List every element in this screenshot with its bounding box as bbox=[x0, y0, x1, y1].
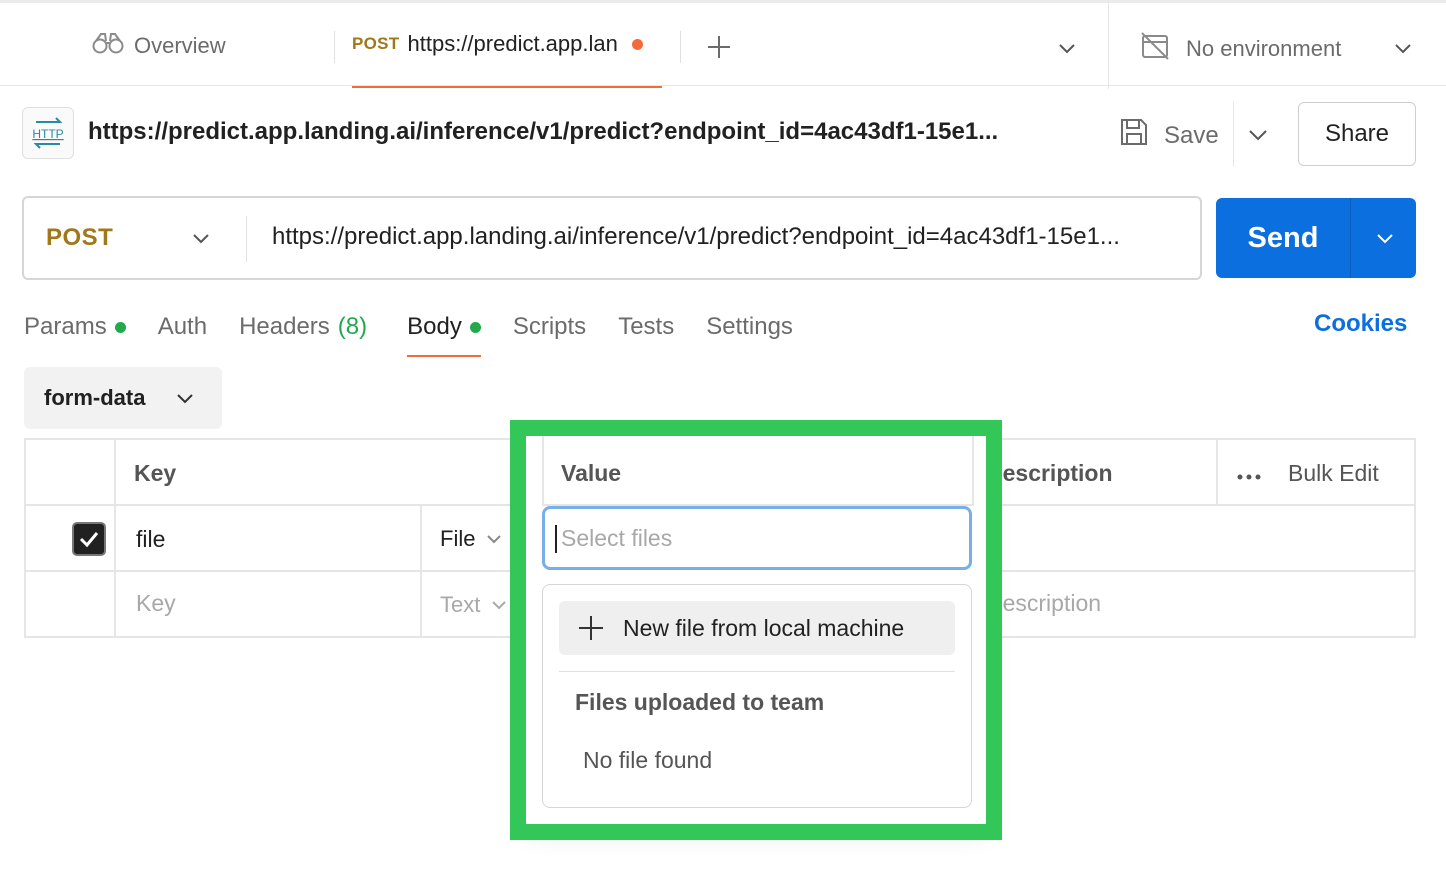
no-environment-icon bbox=[1140, 31, 1170, 67]
plus-icon bbox=[708, 36, 730, 58]
send-button[interactable]: Send bbox=[1216, 198, 1350, 278]
checkmark-icon bbox=[79, 532, 99, 548]
tab-headers-label: Headers bbox=[239, 313, 330, 340]
tab-settings-label: Settings bbox=[706, 313, 793, 340]
active-subtab-underline bbox=[407, 355, 481, 357]
tab-body[interactable]: Body bbox=[407, 310, 481, 357]
tab-divider bbox=[334, 31, 335, 63]
request-title[interactable]: https://predict.app.landing.ai/inference… bbox=[88, 118, 1088, 146]
new-param-key[interactable]: Key bbox=[136, 590, 176, 617]
body-type-select[interactable]: form-data bbox=[24, 367, 222, 429]
tab-auth-label: Auth bbox=[157, 313, 208, 340]
tab-scripts[interactable]: Scripts bbox=[513, 310, 586, 344]
tab-settings[interactable]: Settings bbox=[706, 310, 793, 344]
chevron-down-icon bbox=[487, 535, 502, 544]
send-options-button[interactable] bbox=[1373, 226, 1397, 250]
params-status-dot bbox=[114, 321, 126, 333]
more-options-icon bbox=[1236, 460, 1262, 487]
tab-headers[interactable]: Headers (8) bbox=[239, 310, 367, 344]
param-key[interactable]: file bbox=[136, 526, 165, 553]
cookies-link[interactable]: Cookies bbox=[1314, 310, 1407, 338]
param-type-select[interactable]: File bbox=[440, 526, 503, 552]
environment-label: No environment bbox=[1186, 36, 1342, 61]
method-select[interactable]: POST bbox=[24, 198, 246, 278]
chevron-down-icon bbox=[1249, 130, 1267, 141]
tab-method-label: POST bbox=[352, 34, 400, 53]
table-divider bbox=[1216, 440, 1218, 506]
chevron-down-icon bbox=[1395, 44, 1411, 54]
tab-scripts-label: Scripts bbox=[512, 313, 587, 340]
svg-text:HTTP: HTTP bbox=[32, 127, 63, 141]
url-input[interactable]: https://predict.app.landing.ai/inference… bbox=[272, 223, 1188, 251]
key-column-header: Key bbox=[134, 460, 177, 486]
method-label: POST bbox=[46, 224, 114, 251]
chevron-down-icon bbox=[1059, 44, 1075, 54]
request-subtabs: Params Auth Headers (8) Body Scripts Tes… bbox=[24, 310, 825, 358]
save-button[interactable]: Save bbox=[1118, 116, 1219, 155]
send-button-group: Send bbox=[1216, 198, 1416, 278]
highlight-box bbox=[510, 420, 1002, 840]
tab-tests[interactable]: Tests bbox=[618, 310, 674, 344]
tab-body-label: Body bbox=[407, 313, 462, 340]
chevron-down-icon bbox=[177, 394, 193, 404]
url-bar: POST https://predict.app.landing.ai/infe… bbox=[22, 196, 1202, 280]
save-icon bbox=[1118, 116, 1150, 155]
bulk-edit-label: Bulk Edit bbox=[1288, 460, 1379, 486]
param-type-label: File bbox=[440, 526, 476, 551]
tab-divider bbox=[680, 31, 681, 63]
bulk-edit-button[interactable]: Bulk Edit bbox=[1236, 460, 1379, 487]
table-divider bbox=[420, 506, 422, 636]
row-enabled-checkbox[interactable] bbox=[72, 522, 106, 556]
chevron-down-icon bbox=[193, 234, 209, 244]
tabs-menu-button[interactable] bbox=[1056, 37, 1078, 59]
new-param-description[interactable]: Description bbox=[986, 590, 1101, 617]
environment-divider bbox=[1108, 3, 1109, 89]
save-options-button[interactable] bbox=[1246, 122, 1270, 146]
headers-count: (8) bbox=[337, 313, 368, 340]
param-type-label: Text bbox=[440, 592, 481, 617]
tab-bar: Overview POST https://predict.app.lan No… bbox=[0, 0, 1446, 89]
save-divider bbox=[1233, 102, 1234, 166]
url-divider bbox=[246, 216, 247, 262]
unsaved-dot-icon bbox=[631, 38, 643, 50]
tab-auth[interactable]: Auth bbox=[158, 310, 207, 344]
body-type-label: form-data bbox=[44, 385, 146, 410]
active-tab-underline bbox=[352, 86, 662, 88]
environment-selector[interactable]: No environment bbox=[1140, 31, 1341, 67]
tab-overview-label: Overview bbox=[134, 33, 226, 58]
tab-active-request[interactable]: POST https://predict.app.lan bbox=[352, 31, 662, 88]
chevron-down-icon bbox=[492, 601, 507, 610]
new-tab-button[interactable] bbox=[705, 33, 733, 61]
environment-dropdown-button[interactable] bbox=[1392, 37, 1414, 59]
http-request-icon: HTTP bbox=[22, 107, 74, 159]
save-label: Save bbox=[1164, 121, 1219, 149]
tab-overview[interactable]: Overview bbox=[92, 31, 226, 61]
send-divider bbox=[1350, 198, 1351, 278]
tab-tests-label: Tests bbox=[618, 313, 675, 340]
table-divider bbox=[114, 440, 116, 636]
description-column-header: Description bbox=[986, 460, 1113, 486]
new-param-type-select[interactable]: Text bbox=[440, 592, 508, 618]
binoculars-icon bbox=[92, 31, 124, 61]
share-button[interactable]: Share bbox=[1298, 102, 1416, 166]
tab-params[interactable]: Params bbox=[24, 310, 126, 344]
tab-request-name: https://predict.app.lan bbox=[407, 31, 618, 56]
body-status-dot bbox=[469, 321, 481, 333]
chevron-down-icon bbox=[1377, 234, 1393, 244]
tab-params-label: Params bbox=[24, 313, 107, 340]
